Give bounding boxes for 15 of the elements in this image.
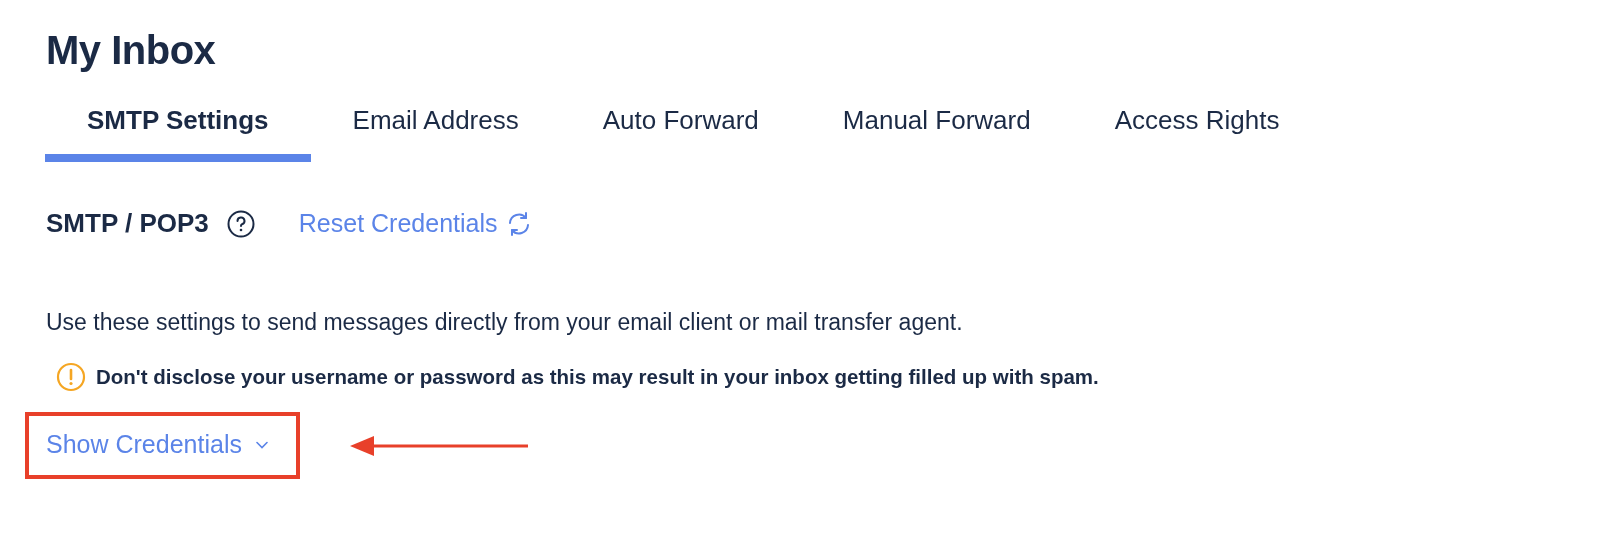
tab[interactable]: Manual Forward (800, 95, 1073, 162)
chevron-icon (255, 440, 268, 449)
description-text: Use these settings to send messages directly from your email client or mail transfer agent. (46, 309, 964, 336)
warning-text: Don't disclose your username or password as this may result in your inbox getting filled up with spam. (96, 365, 1099, 389)
tab[interactable]: SMTP Settings (45, 95, 311, 162)
help-icon[interactable] (226, 209, 255, 238)
tab[interactable]: Auto Forward (560, 95, 801, 162)
tab[interactable]: Access Rights (1072, 95, 1322, 162)
show-credentials-button[interactable]: Show Credentials (46, 430, 268, 459)
arrow-icon (349, 433, 530, 458)
page-title: My Inbox (46, 28, 217, 73)
tab[interactable]: Email Address (310, 95, 561, 162)
reset-credentials-link[interactable]: Reset Credentials (298, 209, 532, 238)
section-title: SMTP / POP3 (46, 208, 209, 239)
warning-icon (56, 362, 86, 392)
